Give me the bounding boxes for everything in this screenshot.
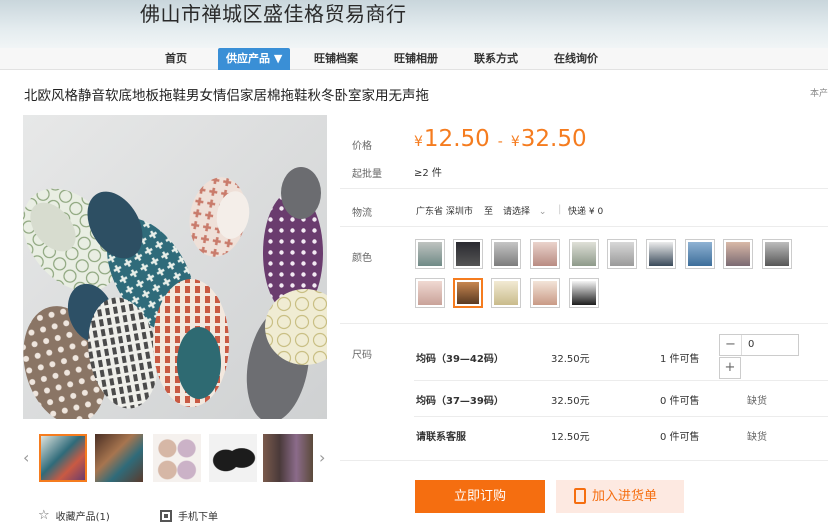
color-option-6[interactable] (607, 239, 637, 269)
moq-label: 起批量 (352, 169, 382, 180)
thumb-prev-icon[interactable]: ‹ (23, 448, 29, 467)
logistics-label: 物流 (352, 208, 372, 219)
corner-note: 本产 (810, 89, 828, 99)
color-option-10[interactable] (762, 239, 792, 269)
size-price: 12.50元 (551, 432, 590, 443)
nav-contact[interactable]: 联系方式 (474, 48, 518, 70)
color-option-15[interactable] (569, 278, 599, 308)
color-option-14[interactable] (530, 278, 560, 308)
thumbnail-1[interactable] (39, 434, 87, 482)
buy-now-button[interactable]: 立即订购 (415, 480, 545, 513)
destination-placeholder: 请选择 (503, 207, 531, 217)
price-high: 32.50 (520, 126, 587, 152)
chevron-down-icon: ⌄ (538, 207, 547, 217)
color-label: 颜色 (352, 253, 372, 264)
shop-banner: 佛山市禅城区盛佳格贸易商行 (0, 0, 828, 48)
nav-album[interactable]: 旺铺相册 (394, 48, 438, 70)
size-price: 32.50元 (551, 354, 590, 365)
destination-select[interactable]: 请选择 ⌄ (503, 204, 546, 217)
divider (340, 226, 828, 227)
size-stock: 0 件可售 (660, 432, 700, 443)
divider (414, 416, 828, 417)
mobile-order-action[interactable]: 手机下单 (160, 508, 218, 523)
thumb-next-icon[interactable]: › (319, 448, 325, 467)
color-option-12[interactable] (453, 278, 483, 308)
color-option-3[interactable] (491, 239, 521, 269)
moq-value: ≥2 件 (414, 168, 442, 179)
color-option-5[interactable] (569, 239, 599, 269)
price-low: 12.50 (423, 126, 490, 152)
color-option-8[interactable] (685, 239, 715, 269)
thumbnail-5[interactable] (263, 434, 313, 482)
size-stock: 0 件可售 (660, 396, 700, 407)
price-separator: - (497, 134, 503, 150)
color-option-1[interactable] (415, 239, 445, 269)
size-name: 请联系客服 (416, 432, 466, 443)
divider (340, 323, 828, 324)
size-price: 32.50元 (551, 396, 590, 407)
favorite-action[interactable]: ☆ 收藏产品(1) (38, 508, 110, 523)
mobile-order-label: 手机下单 (178, 512, 218, 523)
price-label: 价格 (352, 141, 372, 152)
size-label: 尺码 (352, 350, 372, 361)
thumbnail-strip: ‹ › (23, 432, 333, 484)
color-option-13[interactable] (491, 278, 521, 308)
favorite-label: 收藏产品(1) (55, 512, 110, 523)
out-of-stock-label: 缺货 (747, 396, 767, 407)
size-name: 均码（37—39码） (416, 396, 504, 407)
divider (340, 460, 828, 461)
product-title: 北欧风格静音软底地板拖鞋男女情侣家居棉拖鞋秋冬卧室家用无声拖 (24, 88, 429, 104)
plus-button[interactable]: + (719, 357, 741, 379)
slippers-illustration (23, 167, 327, 419)
ship-to-label: 至 (484, 207, 494, 217)
out-of-stock-label: 缺货 (747, 432, 767, 443)
divider (414, 380, 828, 381)
separator: | (558, 204, 562, 215)
size-stock: 1 件可售 (660, 354, 700, 365)
ship-origin: 广东省 深圳市 (416, 207, 473, 217)
add-to-cart-label: 加入进货单 (592, 489, 658, 504)
currency-symbol: ¥ (414, 134, 423, 150)
star-icon: ☆ (38, 508, 50, 523)
color-option-2[interactable] (453, 239, 483, 269)
qr-code-icon (160, 509, 172, 522)
clipboard-icon (574, 488, 586, 504)
color-option-4[interactable] (530, 239, 560, 269)
nav-profile[interactable]: 旺铺档案 (314, 48, 358, 70)
shop-nav: 首页 供应产品 ▼ 旺铺档案 旺铺相册 联系方式 在线询价 (0, 48, 828, 70)
divider (340, 188, 828, 189)
add-to-cart-button[interactable]: 加入进货单 (556, 480, 684, 513)
color-option-11[interactable] (415, 278, 445, 308)
nav-products[interactable]: 供应产品 ▼ (218, 48, 291, 70)
currency-symbol: ¥ (510, 134, 520, 150)
nav-home[interactable]: 首页 (165, 48, 187, 70)
color-option-9[interactable] (723, 239, 753, 269)
quantity-stepper: − 0 (719, 334, 799, 356)
shop-name: 佛山市禅城区盛佳格贸易商行 (140, 2, 407, 26)
product-main-image[interactable] (23, 115, 327, 419)
color-option-7[interactable] (646, 239, 676, 269)
shipping-fee: 快递 ¥ 0 (568, 207, 604, 217)
thumbnail-3[interactable] (153, 434, 201, 482)
minus-button[interactable]: − (720, 335, 742, 355)
thumbnail-2[interactable] (95, 434, 143, 482)
quantity-input[interactable]: 0 (748, 335, 754, 355)
size-name: 均码（39—42码） (416, 354, 504, 365)
thumbnail-4[interactable] (209, 434, 257, 482)
price-range: ¥12.50- ¥32.50 (414, 126, 587, 152)
nav-inquiry[interactable]: 在线询价 (554, 48, 598, 70)
